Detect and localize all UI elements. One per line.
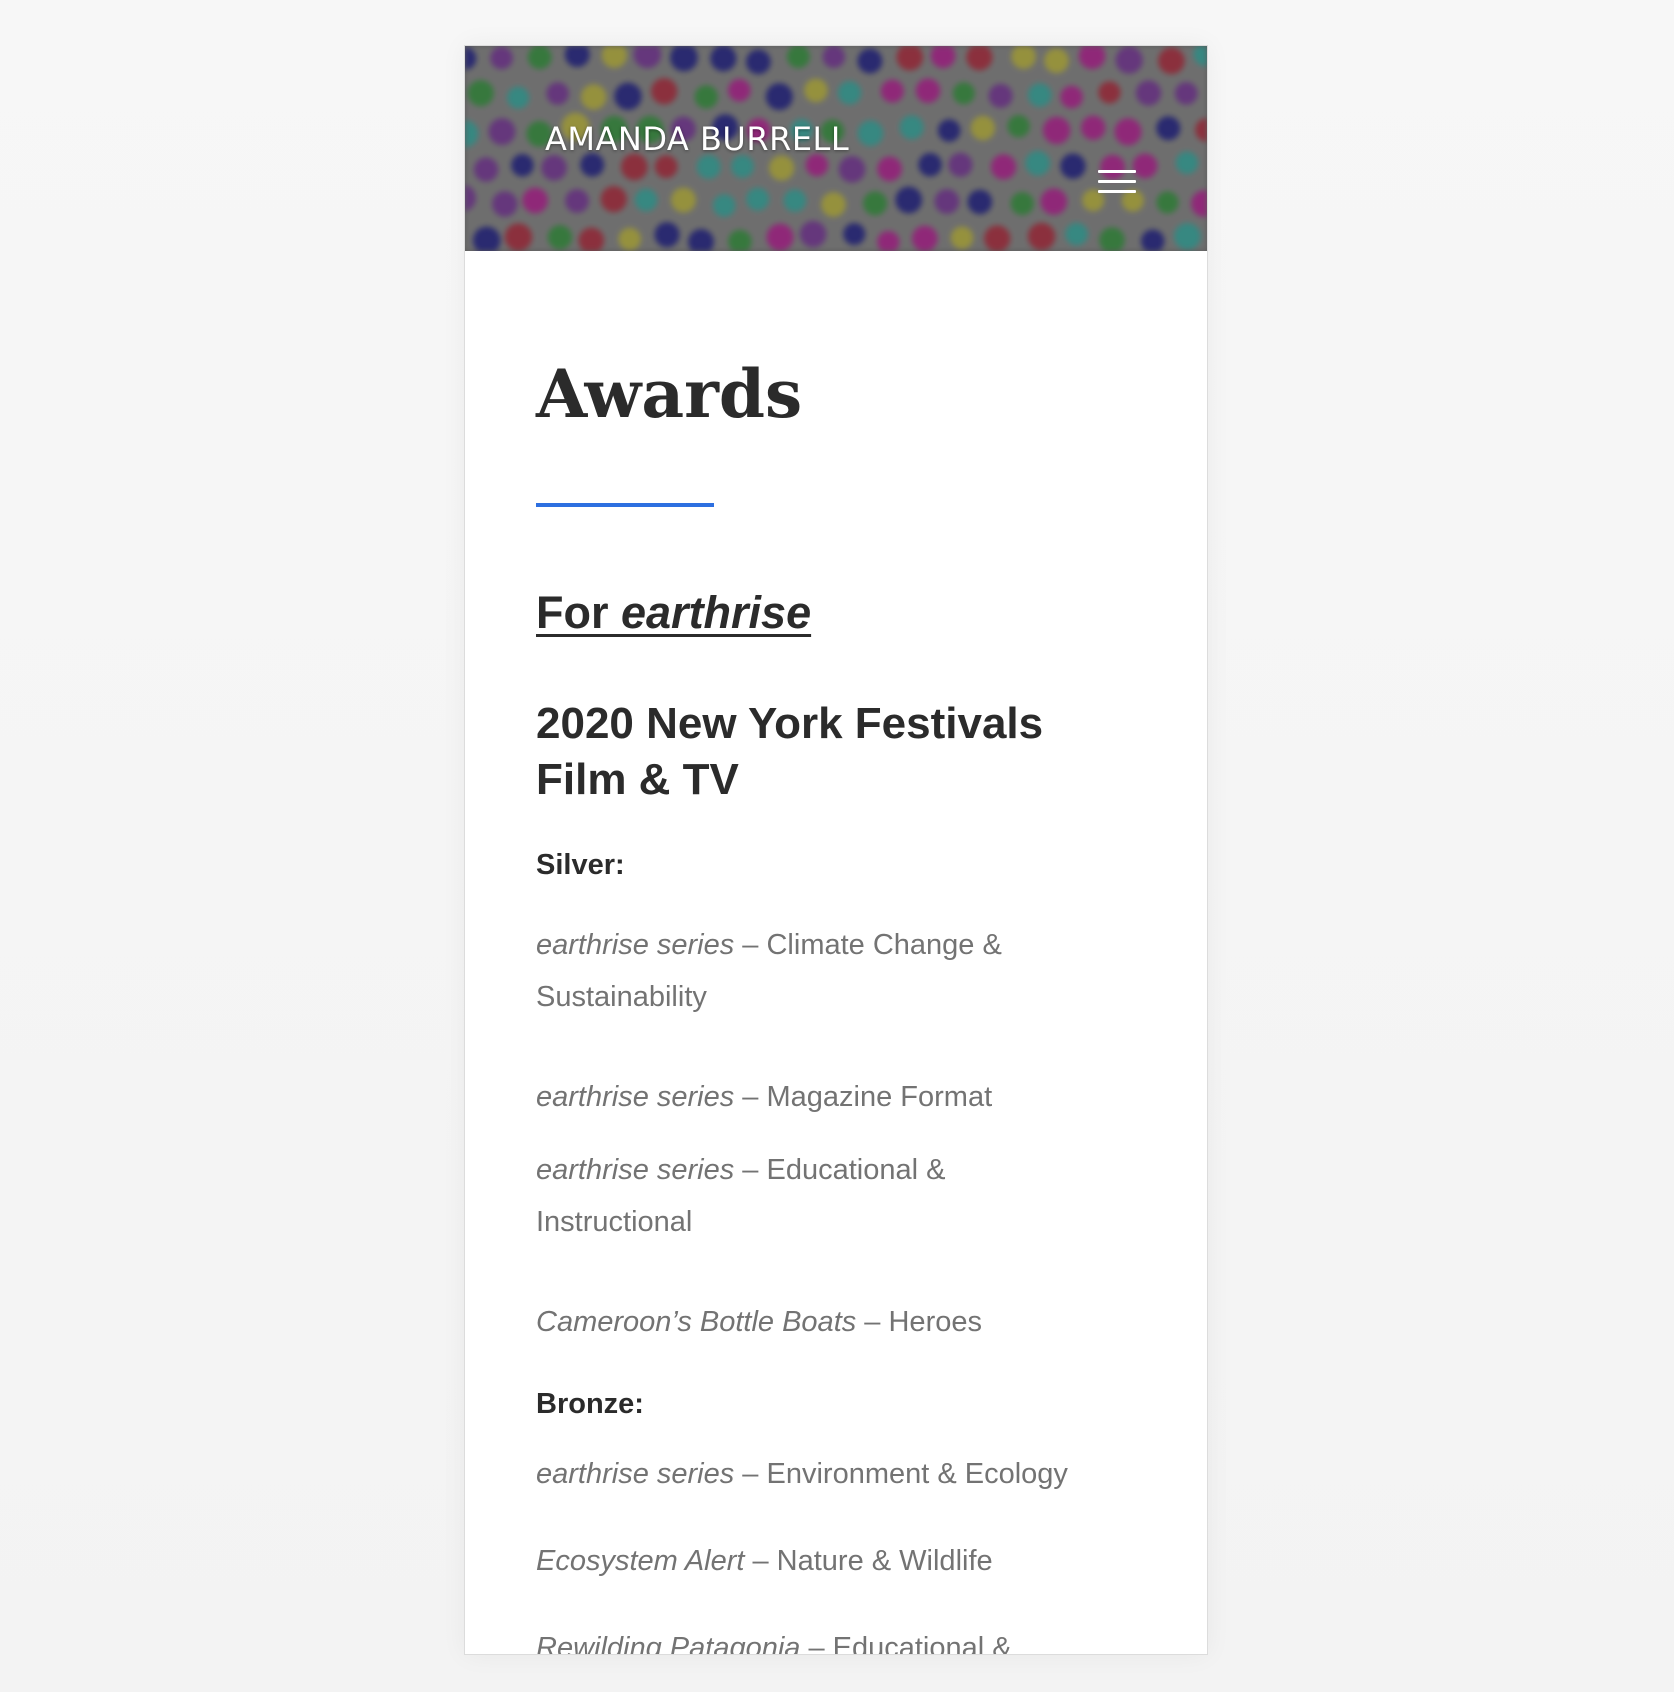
award-entry: earthrise series – Environment & Ecology: [536, 1448, 1136, 1500]
award-category: – Magazine Format: [734, 1081, 993, 1113]
bronze-label: Bronze:: [536, 1388, 644, 1420]
award-category: – Environment & Ecology: [734, 1458, 1068, 1490]
award-entry: earthrise series – Magazine Format: [536, 1071, 1136, 1123]
page-title: Awards: [536, 355, 803, 433]
award-category: – Educational &: [800, 1632, 1012, 1655]
for-earthrise-link[interactable]: For earthrise: [536, 586, 811, 640]
hamburger-menu-icon[interactable]: [1096, 164, 1138, 196]
menu-line: [1098, 180, 1136, 183]
mobile-page: AMANDA BURRELL Awards For earthrise 2020…: [464, 45, 1208, 1655]
browser-viewport: AMANDA BURRELL Awards For earthrise 2020…: [0, 0, 1674, 1692]
award-work: earthrise series: [536, 1154, 735, 1186]
menu-line: [1098, 170, 1136, 173]
award-work: Ecosystem Alert: [536, 1545, 745, 1577]
award-entry: Cameroon’s Bottle Boats – Heroes: [536, 1296, 1136, 1348]
site-header: AMANDA BURRELL: [465, 46, 1207, 251]
award-entry: Ecosystem Alert – Nature & Wildlife: [536, 1535, 1136, 1587]
award-entry: earthrise series – Educational & Instruc…: [536, 1144, 976, 1248]
festival-heading: 2020 New York Festivals Film & TV: [536, 699, 1044, 804]
link-italic: earthrise: [621, 587, 812, 638]
award-category: – Heroes: [856, 1306, 982, 1338]
award-work: Cameroon’s Bottle Boats: [536, 1306, 857, 1338]
award-category: – Nature & Wildlife: [744, 1545, 993, 1577]
site-title[interactable]: AMANDA BURRELL: [545, 120, 849, 158]
award-work: earthrise series: [536, 1458, 735, 1490]
award-entry: earthrise series – Climate Change & Sust…: [536, 919, 1136, 1023]
award-entry: Rewilding Patagonia – Educational &: [536, 1622, 1136, 1655]
award-work: earthrise series: [536, 929, 735, 961]
menu-line: [1098, 190, 1136, 193]
award-work: earthrise series: [536, 1081, 735, 1113]
award-work: Rewilding Patagonia: [536, 1632, 801, 1655]
link-prefix: For: [536, 587, 621, 638]
title-underline-rule: [536, 503, 714, 507]
silver-label: Silver:: [536, 849, 625, 881]
